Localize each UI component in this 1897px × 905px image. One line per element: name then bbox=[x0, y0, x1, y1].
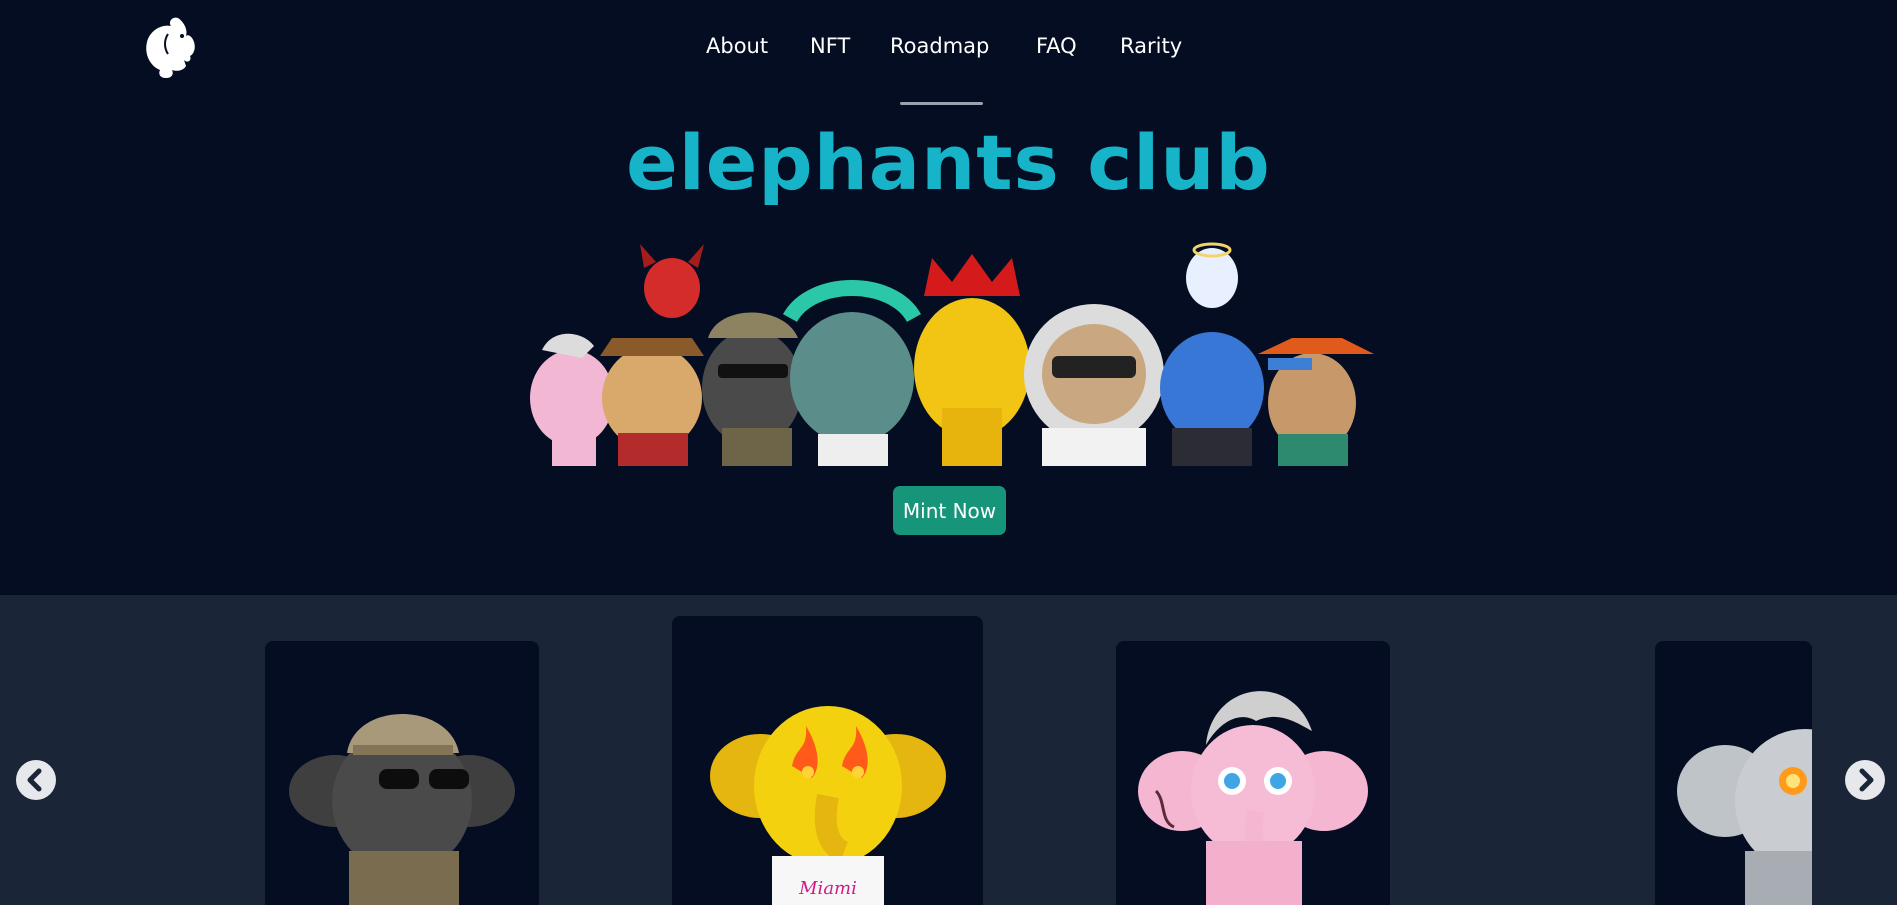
nft-card[interactable] bbox=[265, 641, 539, 905]
chevron-right-icon bbox=[1846, 761, 1884, 799]
page-title: elephants club bbox=[626, 118, 1271, 207]
svg-text:Miami: Miami bbox=[798, 878, 857, 899]
elephant-group-image bbox=[522, 238, 1374, 466]
nav-roadmap[interactable]: Roadmap bbox=[890, 34, 989, 58]
mint-now-button[interactable]: Mint Now bbox=[893, 486, 1006, 535]
nft-image-pink bbox=[1138, 691, 1368, 905]
nft-gallery: Miami bbox=[0, 595, 1897, 905]
nft-card[interactable] bbox=[1116, 641, 1390, 905]
nav-about[interactable]: About bbox=[706, 34, 768, 58]
hero-section: About NFT Roadmap FAQ Rarity elephants c… bbox=[0, 0, 1897, 595]
nav-rarity[interactable]: Rarity bbox=[1120, 34, 1182, 58]
carousel-next-button[interactable] bbox=[1845, 760, 1885, 800]
nav-nft[interactable]: NFT bbox=[810, 34, 850, 58]
nft-card[interactable] bbox=[1655, 641, 1812, 905]
nft-image-cyborg bbox=[1677, 729, 1812, 905]
nav-faq[interactable]: FAQ bbox=[1036, 34, 1077, 58]
main-nav: About NFT Roadmap FAQ Rarity bbox=[0, 34, 1897, 64]
chevron-left-icon bbox=[17, 761, 55, 799]
nav-underline bbox=[900, 102, 983, 105]
carousel-prev-button[interactable] bbox=[16, 760, 56, 800]
nft-card-featured[interactable]: Miami bbox=[672, 616, 983, 905]
nft-image-soldier bbox=[289, 714, 515, 905]
nft-image-gold: Miami bbox=[710, 706, 946, 905]
